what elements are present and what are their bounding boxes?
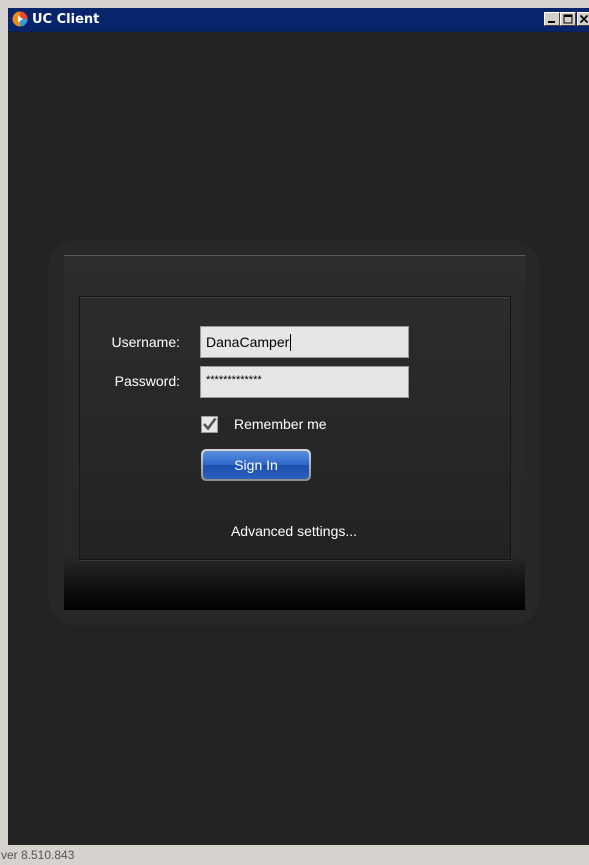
version-label: ver 8.510.843 (1, 848, 75, 862)
minimize-button[interactable] (544, 12, 560, 26)
title-bar[interactable]: UC Client (8, 8, 589, 32)
maximize-button[interactable] (560, 12, 576, 26)
password-label: Password: (114, 373, 180, 389)
window-title: UC Client (32, 12, 100, 27)
remember-me-checkbox[interactable] (201, 416, 218, 433)
minimize-icon (548, 21, 555, 23)
text-cursor (290, 333, 292, 351)
status-bar: ver 8.510.843 (0, 845, 589, 865)
sign-in-label: Sign In (203, 451, 309, 479)
username-value: DanaCamper (206, 334, 290, 350)
sign-in-button[interactable]: Sign In (201, 449, 311, 481)
close-icon (579, 14, 589, 24)
password-input[interactable]: ************* (200, 366, 409, 398)
advanced-settings-link[interactable]: Advanced settings... (200, 523, 388, 539)
close-button[interactable] (577, 12, 589, 26)
remember-me-label[interactable]: Remember me (234, 416, 327, 432)
checkmark-icon (203, 417, 217, 431)
maximize-icon (563, 14, 573, 24)
username-label: Username: (111, 334, 180, 350)
username-input[interactable]: DanaCamper (200, 326, 409, 358)
uc-client-logo-icon (12, 11, 28, 27)
